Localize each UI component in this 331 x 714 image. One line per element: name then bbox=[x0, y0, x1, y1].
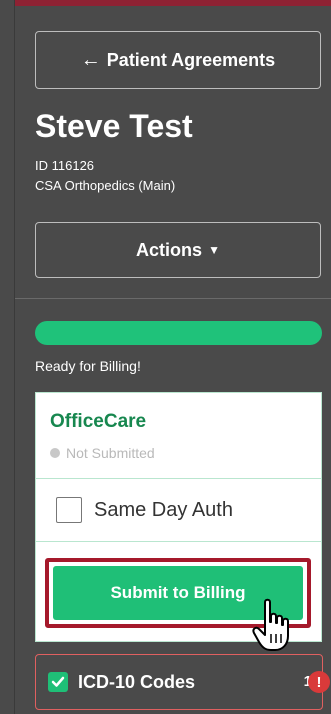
checkmark-icon bbox=[51, 676, 65, 687]
billing-status-text: Ready for Billing! bbox=[35, 358, 141, 374]
submission-status: Not Submitted bbox=[50, 445, 155, 461]
patient-id: ID 116126 bbox=[35, 158, 95, 173]
section-divider bbox=[15, 298, 331, 299]
card-divider-2 bbox=[36, 541, 321, 542]
arrow-left-icon: ← bbox=[80, 49, 101, 71]
hand-pointer-icon bbox=[252, 598, 289, 651]
icd-10-checkbox[interactable] bbox=[48, 672, 68, 692]
patient-agreements-back-button[interactable]: ← Patient Agreements bbox=[35, 31, 321, 89]
submission-status-label: Not Submitted bbox=[66, 445, 155, 461]
icd-10-label: ICD-10 Codes bbox=[78, 671, 196, 692]
patient-clinic: CSA Orthopedics (Main) bbox=[35, 178, 176, 193]
same-day-auth-checkbox[interactable] bbox=[56, 497, 82, 523]
status-dot-icon bbox=[50, 448, 60, 458]
icd-10-codes-row[interactable]: ICD-10 Codes 1 ! bbox=[35, 654, 330, 710]
caret-down-icon: ▼ bbox=[208, 243, 220, 257]
patient-name: Steve Test bbox=[35, 108, 193, 144]
back-button-label: Patient Agreements bbox=[106, 49, 276, 70]
same-day-auth-row[interactable]: Same Day Auth bbox=[36, 479, 321, 541]
same-day-auth-label: Same Day Auth bbox=[94, 498, 233, 521]
card-title: OfficeCare bbox=[50, 411, 147, 432]
exclamation-icon: ! bbox=[308, 671, 330, 693]
actions-label: Actions bbox=[136, 239, 203, 260]
actions-dropdown-button[interactable]: Actions ▼ bbox=[35, 222, 321, 278]
billing-progress-bar bbox=[35, 321, 322, 345]
patient-sidebar: ← Patient Agreements Steve Test ID 11612… bbox=[14, 0, 331, 714]
top-accent-stripe bbox=[15, 0, 331, 6]
